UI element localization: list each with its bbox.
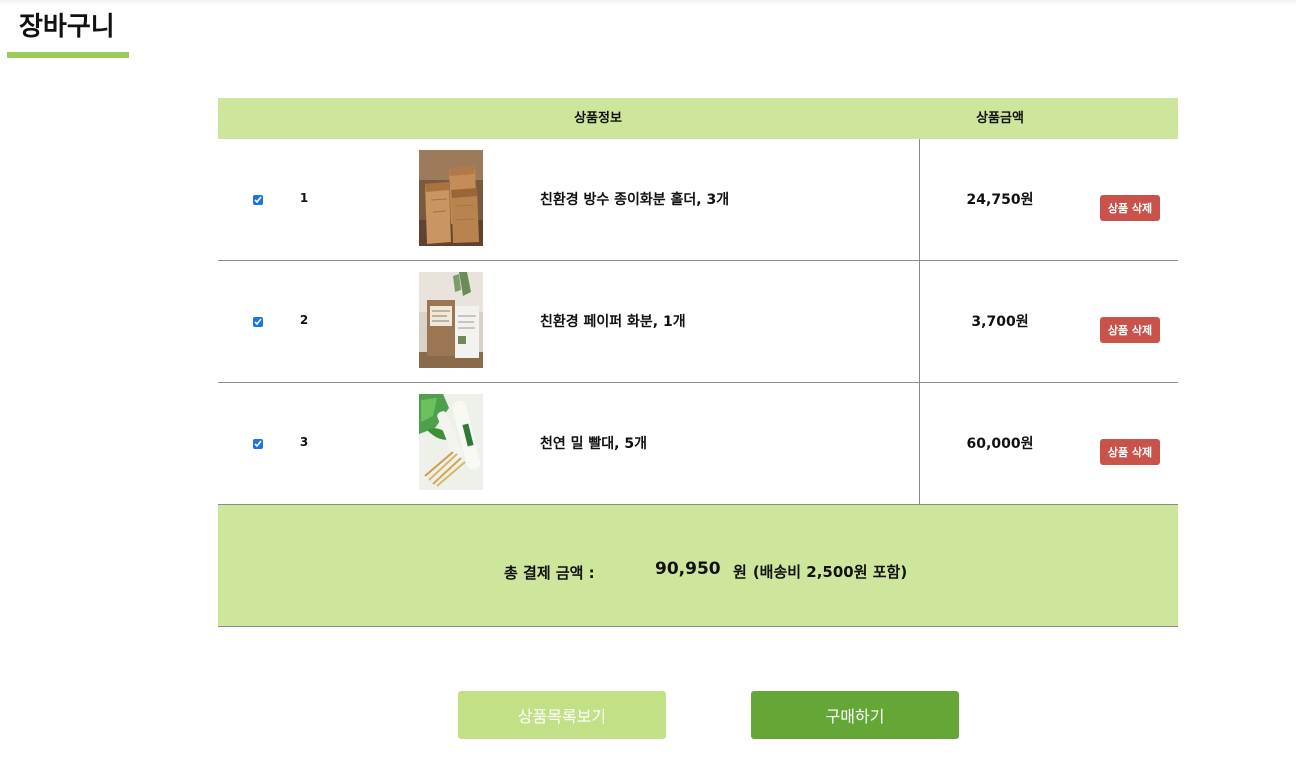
page-title: 장바구니 bbox=[19, 12, 115, 42]
total-amount: 90,950 bbox=[655, 559, 721, 579]
cart-row: 2 친환경 페이퍼 화분, 1개 3,700원 상품 삭제 bbox=[218, 261, 1178, 383]
product-name[interactable]: 친환경 페이퍼 화분, 1개 bbox=[540, 311, 686, 331]
row-number: 2 bbox=[299, 313, 309, 327]
delete-item-button[interactable]: 상품 삭제 bbox=[1100, 439, 1160, 465]
total-label: 총 결제 금액 : bbox=[504, 564, 595, 582]
product-thumbnail-planter-holder[interactable] bbox=[419, 150, 483, 246]
delete-item-button[interactable]: 상품 삭제 bbox=[1100, 195, 1160, 221]
shipping-note: (배송비 2,500원 포함) bbox=[752, 563, 908, 581]
cart-total: 총 결제 금액 : 90,950 원 (배송비 2,500원 포함) bbox=[218, 505, 1178, 627]
product-price: 24,750원 bbox=[966, 192, 1034, 208]
cart-row: 1 친환경 방수 종이화분 홀더, 3개 24,750원 상품 삭제 bbox=[218, 139, 1178, 261]
column-divider bbox=[919, 383, 920, 504]
product-name[interactable]: 친환경 방수 종이화분 홀더, 3개 bbox=[540, 189, 729, 209]
header-product-info: 상품정보 bbox=[574, 111, 622, 126]
row-checkbox[interactable] bbox=[253, 195, 263, 205]
row-checkbox[interactable] bbox=[253, 439, 263, 449]
cart-row: 3 천연 밀 빨대, 5개 60,000원 상품 삭제 bbox=[218, 383, 1178, 505]
product-thumbnail-wheat-straws[interactable] bbox=[419, 394, 483, 490]
product-price: 60,000원 bbox=[966, 436, 1034, 452]
delete-item-button[interactable]: 상품 삭제 bbox=[1100, 317, 1160, 343]
total-note: 원 (배송비 2,500원 포함) bbox=[733, 561, 907, 582]
page-header: 장바구니 bbox=[7, 0, 129, 58]
header-price: 상품금액 bbox=[976, 111, 1024, 126]
cart-table: 상품정보 상품금액 1 친환경 방수 종이화분 홀더, 3개 24,750원 상… bbox=[218, 98, 1178, 627]
row-number: 3 bbox=[299, 435, 309, 449]
total-currency: 원 bbox=[733, 563, 747, 581]
product-name[interactable]: 천연 밀 빨대, 5개 bbox=[540, 433, 647, 453]
view-product-list-button[interactable]: 상품목록보기 bbox=[458, 691, 666, 739]
product-thumbnail-paper-pot[interactable] bbox=[419, 272, 483, 368]
column-divider bbox=[919, 139, 920, 260]
column-divider bbox=[919, 261, 920, 382]
top-bar bbox=[0, 0, 1296, 6]
purchase-button[interactable]: 구매하기 bbox=[751, 691, 959, 739]
title-underline bbox=[7, 52, 129, 58]
row-checkbox[interactable] bbox=[253, 317, 263, 327]
row-number: 1 bbox=[299, 191, 309, 205]
product-price: 3,700원 bbox=[971, 314, 1029, 330]
cart-header: 상품정보 상품금액 bbox=[218, 98, 1178, 139]
